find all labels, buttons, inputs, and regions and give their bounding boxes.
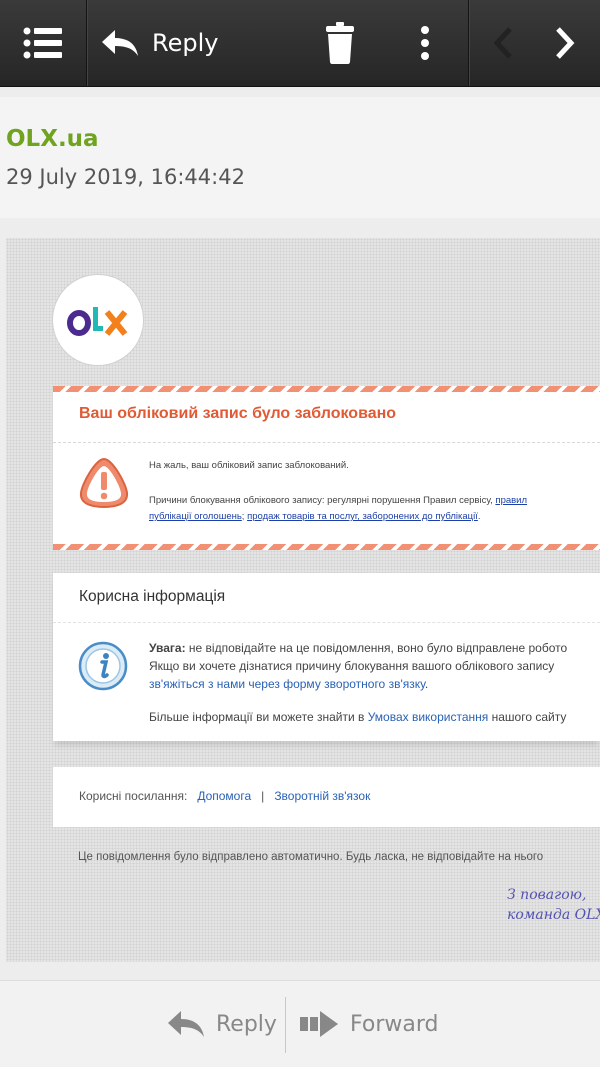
contact-form-link[interactable]: зв'яжіться з нами через форму зворотного… [149, 677, 425, 691]
more-button[interactable] [395, 0, 455, 86]
menu-button[interactable] [0, 0, 86, 86]
warning-text: не відповідайте на це повідомлення, воно… [185, 641, 568, 655]
more-vertical-icon [421, 26, 429, 60]
stripe-bottom [53, 544, 600, 550]
useful-links-row: Корисні посилання: Допомога | Зворотній … [79, 789, 370, 803]
signature: З повагою, команда OLX [507, 885, 600, 925]
trash-icon [326, 22, 354, 64]
chevron-left-icon [493, 27, 512, 59]
rules-link[interactable]: правил [495, 495, 527, 506]
divider [53, 622, 600, 623]
warning-label: Увага: [149, 641, 186, 655]
forward-icon [300, 1011, 338, 1037]
blocked-reason-text: Причини блокування облікового запису: ре… [149, 495, 496, 506]
info-line-4: Більше інформації ви можете знайти в Умо… [149, 710, 566, 724]
reply-button-bottom[interactable]: Reply [166, 981, 277, 1067]
reply-button-top[interactable]: Reply [100, 0, 240, 86]
reply-label: Reply [152, 29, 219, 57]
blocked-title: Ваш обліковий запис було заблоковано [79, 405, 397, 422]
sender-name[interactable]: OLX.ua [6, 126, 99, 152]
stripe-top [53, 386, 600, 392]
bottom-separator [285, 997, 286, 1053]
useful-links-card: Корисні посилання: Допомога | Зворотній … [53, 767, 600, 827]
olx-logo [52, 274, 144, 366]
feedback-link[interactable]: Зворотній зв'язок [274, 789, 370, 803]
useful-links-label: Корисні посилання: [79, 789, 188, 803]
email-date: 29 July 2019, 16:44:42 [6, 165, 245, 189]
useful-info-card: Корисна інформація Увага: не відповідайт… [53, 573, 600, 741]
bottom-toolbar: Reply Forward [0, 980, 600, 1067]
info-title: Корисна інформація [79, 588, 226, 605]
blocked-line-2: Причини блокування облікового запису: ре… [149, 493, 527, 509]
top-toolbar: Reply [0, 0, 600, 87]
blocked-line-3: публікації оголошень; продаж товарів та … [149, 509, 480, 525]
menu-icon [23, 27, 62, 59]
email-header [0, 97, 600, 218]
blocked-line-1: На жаль, ваш обліковий запис заблоковани… [149, 460, 349, 471]
forward-button[interactable]: Forward [300, 981, 438, 1067]
help-link[interactable]: Допомога [197, 789, 251, 803]
signature-line-2: команда OLX [507, 907, 600, 923]
site-text: нашого сайту [488, 710, 567, 724]
next-button[interactable] [540, 0, 590, 86]
reply-icon [102, 30, 138, 56]
info-icon [78, 641, 128, 696]
reply-label: Reply [216, 1011, 277, 1037]
delete-button[interactable] [305, 0, 375, 86]
warning-icon [78, 457, 130, 514]
period-text: . [424, 677, 429, 691]
forward-label: Forward [350, 1011, 439, 1037]
previous-button[interactable] [478, 0, 528, 86]
divider [53, 442, 600, 443]
info-line-2: Якщо ви хочете дізнатися причину блокува… [149, 659, 555, 673]
reply-icon [168, 1011, 204, 1037]
auto-note: Це повідомлення було відправлено автомат… [78, 851, 544, 863]
prohibited-goods-link[interactable]: продаж товарів та послуг, заборонених до… [247, 511, 478, 522]
warning-line: Увага: не відповідайте на це повідомленн… [149, 641, 567, 655]
ad-rules-link[interactable]: публікації оголошень [149, 511, 242, 522]
signature-line-1: З повагою, [507, 887, 587, 903]
period-text: . [477, 511, 481, 522]
olx-logo-icon [67, 307, 128, 336]
terms-link[interactable]: Умовах використання [368, 710, 489, 724]
blocked-notice-card: Ваш обліковий запис було заблоковано На … [53, 386, 600, 550]
info-line-3: зв'яжіться з нами через форму зворотного… [149, 677, 428, 691]
links-separator: | [261, 789, 265, 803]
chevron-right-icon [556, 27, 575, 59]
more-info-text: Більше інформації ви можете знайти в [149, 710, 368, 724]
